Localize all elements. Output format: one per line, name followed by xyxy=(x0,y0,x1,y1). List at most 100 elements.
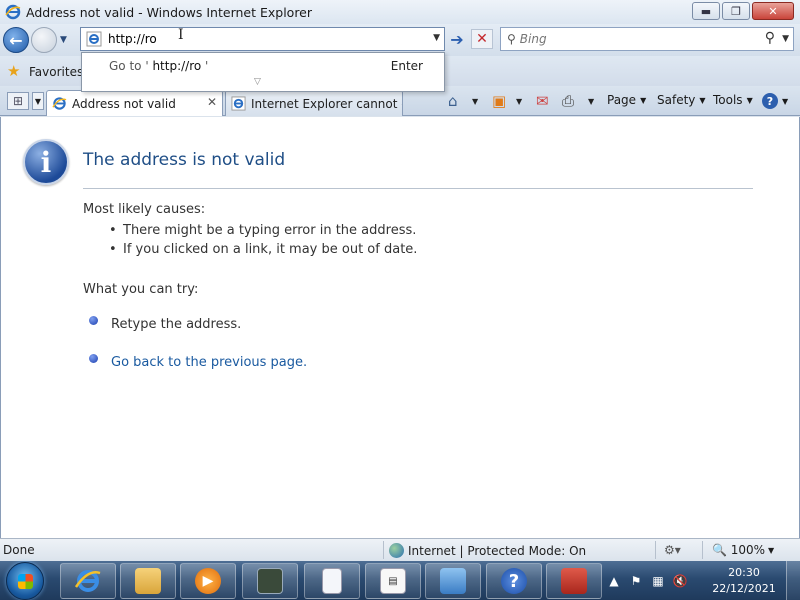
clock-date: 22/12/2021 xyxy=(712,582,776,595)
back-arrow-icon: ← xyxy=(9,30,23,50)
zoom-dropdown-icon[interactable]: ▼ xyxy=(768,546,774,555)
page-chevron-icon: ▼ xyxy=(640,95,647,105)
clock[interactable]: 20:30 22/12/2021 xyxy=(712,565,776,597)
minimize-button[interactable]: ▬ xyxy=(692,2,720,20)
close-button[interactable]: ✕ xyxy=(752,2,794,20)
internet-zone-globe-icon xyxy=(389,543,404,558)
internet-explorer-icon xyxy=(5,4,21,20)
zoom-value: 100% xyxy=(730,543,766,557)
go-arrow-icon: ➔ xyxy=(450,29,464,49)
home-dropdown-icon[interactable]: ▼ xyxy=(472,97,478,106)
page-menu-label: Page xyxy=(607,93,637,107)
tab-address-not-valid[interactable]: Address not valid ✕ xyxy=(46,90,223,116)
taskbar-help[interactable]: ? xyxy=(486,563,542,599)
try-item-go-back[interactable]: Go back to the previous page. xyxy=(89,354,307,370)
security-zone[interactable]: Internet | Protected Mode: On xyxy=(389,543,586,558)
control-panel-icon xyxy=(440,568,466,594)
taskbar-task-manager[interactable] xyxy=(242,563,298,599)
title-bar: Address not valid - Windows Internet Exp… xyxy=(0,0,800,24)
taskbar-internet-explorer[interactable] xyxy=(60,563,116,599)
quick-tabs-button[interactable]: ⊞ xyxy=(7,92,29,110)
maximize-button[interactable]: ❐ xyxy=(722,2,750,20)
read-mail-icon[interactable]: ✉ xyxy=(536,92,549,110)
page-menu[interactable]: Page ▼ xyxy=(607,93,646,107)
goto-suffix: ' xyxy=(201,59,209,73)
tab-label: Address not valid xyxy=(72,96,176,111)
change-settings-icon[interactable]: ⚙▾ xyxy=(664,543,681,557)
home-icon[interactable]: ⌂ xyxy=(448,92,458,110)
go-back-link[interactable]: Go back to the previous page. xyxy=(111,355,307,370)
show-hidden-icons-icon[interactable]: ▲ xyxy=(606,573,622,589)
print-icon[interactable]: ⎙ xyxy=(562,92,574,110)
help-menu[interactable]: ? ▼ xyxy=(762,93,788,109)
notepad-icon: ▤ xyxy=(380,568,406,594)
volume-muted-icon[interactable]: 🔇 xyxy=(672,573,688,589)
goto-prefix: Go to ' xyxy=(109,59,149,73)
tools-menu-label: Tools xyxy=(713,93,743,107)
tab-list-dropdown[interactable]: ▼ xyxy=(32,92,44,110)
page-icon xyxy=(86,31,102,47)
taskbar-notepad[interactable]: ▤ xyxy=(365,563,421,599)
network-icon[interactable]: ▦ xyxy=(650,573,666,589)
tab-close-icon[interactable]: ✕ xyxy=(207,95,217,109)
status-divider xyxy=(702,541,703,559)
page-content: i The address is not valid Most likely c… xyxy=(0,117,800,538)
start-button[interactable] xyxy=(6,562,44,600)
media-player-icon: ▶ xyxy=(195,568,221,594)
taskbar-document[interactable] xyxy=(304,563,360,599)
retype-text: Retype the address. xyxy=(111,317,242,332)
taskbar-toolbox[interactable] xyxy=(546,563,602,599)
favorites-button[interactable]: Favorites xyxy=(29,65,83,79)
feeds-icon[interactable]: ▣ xyxy=(492,92,506,110)
status-divider xyxy=(383,541,384,559)
task-manager-icon xyxy=(257,568,283,594)
info-icon: i xyxy=(23,139,69,185)
recent-pages-dropdown-icon[interactable]: ▼ xyxy=(60,35,67,45)
search-options-dropdown-icon[interactable]: ▼ xyxy=(782,34,789,44)
search-icon[interactable]: ⚲ xyxy=(765,30,775,46)
toolbox-icon xyxy=(561,568,587,594)
window-controls: ▬ ❐ ✕ xyxy=(692,2,794,20)
document-icon xyxy=(322,568,342,594)
address-dropdown-icon[interactable]: ▼ xyxy=(433,33,440,43)
try-heading: What you can try: xyxy=(83,282,199,297)
zoom-level[interactable]: 🔍 100% xyxy=(712,543,765,557)
expand-dropdown-icon[interactable]: ▽ xyxy=(254,77,261,87)
tab-ie-cannot-display[interactable]: Internet Explorer cannot di... xyxy=(225,90,403,116)
status-divider xyxy=(655,541,656,559)
address-input[interactable] xyxy=(108,32,408,46)
tools-menu[interactable]: Tools ▼ xyxy=(713,93,753,107)
feeds-dropdown-icon[interactable]: ▼ xyxy=(516,97,522,106)
address-autocomplete-dropdown[interactable]: Go to ' http://ro ' Enter ▽ xyxy=(81,52,445,92)
cause-text: There might be a typing error in the add… xyxy=(123,223,417,238)
go-button[interactable]: ➔ xyxy=(447,29,467,49)
taskbar-media-player[interactable]: ▶ xyxy=(180,563,236,599)
ie-page-icon xyxy=(231,96,246,111)
show-desktop-button[interactable] xyxy=(786,561,800,600)
taskbar-control-panel[interactable] xyxy=(425,563,481,599)
forward-button[interactable] xyxy=(31,27,57,53)
help-icon: ? xyxy=(501,568,527,594)
cause-text: If you clicked on a link, it may be out … xyxy=(123,242,418,257)
folder-icon xyxy=(135,568,161,594)
bullet-icon xyxy=(89,354,98,363)
print-dropdown-icon[interactable]: ▼ xyxy=(588,97,594,106)
clock-time: 20:30 xyxy=(728,566,760,579)
taskbar-windows-explorer[interactable] xyxy=(120,563,176,599)
favorites-star-icon[interactable]: ★ xyxy=(7,62,20,80)
tab-list-chevron-icon: ▼ xyxy=(34,96,42,106)
search-box[interactable]: ⚲ ⚲ ▼ xyxy=(500,27,794,51)
autocomplete-goto-item[interactable]: Go to ' http://ro ' xyxy=(109,59,208,73)
action-center-flag-icon[interactable]: ⚑ xyxy=(628,573,644,589)
tools-chevron-icon: ▼ xyxy=(746,95,753,105)
address-bar[interactable]: ▼ xyxy=(80,27,445,51)
quick-tabs-grid-icon: ⊞ xyxy=(12,94,24,108)
stop-button[interactable]: ✕ xyxy=(471,29,493,49)
enter-hint: Enter xyxy=(390,59,423,73)
search-input[interactable] xyxy=(519,32,750,46)
safety-menu[interactable]: Safety ▼ xyxy=(657,93,706,107)
text-cursor-icon: I xyxy=(178,27,184,43)
internet-explorer-icon xyxy=(74,570,101,592)
back-button[interactable]: ← xyxy=(3,27,29,53)
causes-heading: Most likely causes: xyxy=(83,202,206,217)
